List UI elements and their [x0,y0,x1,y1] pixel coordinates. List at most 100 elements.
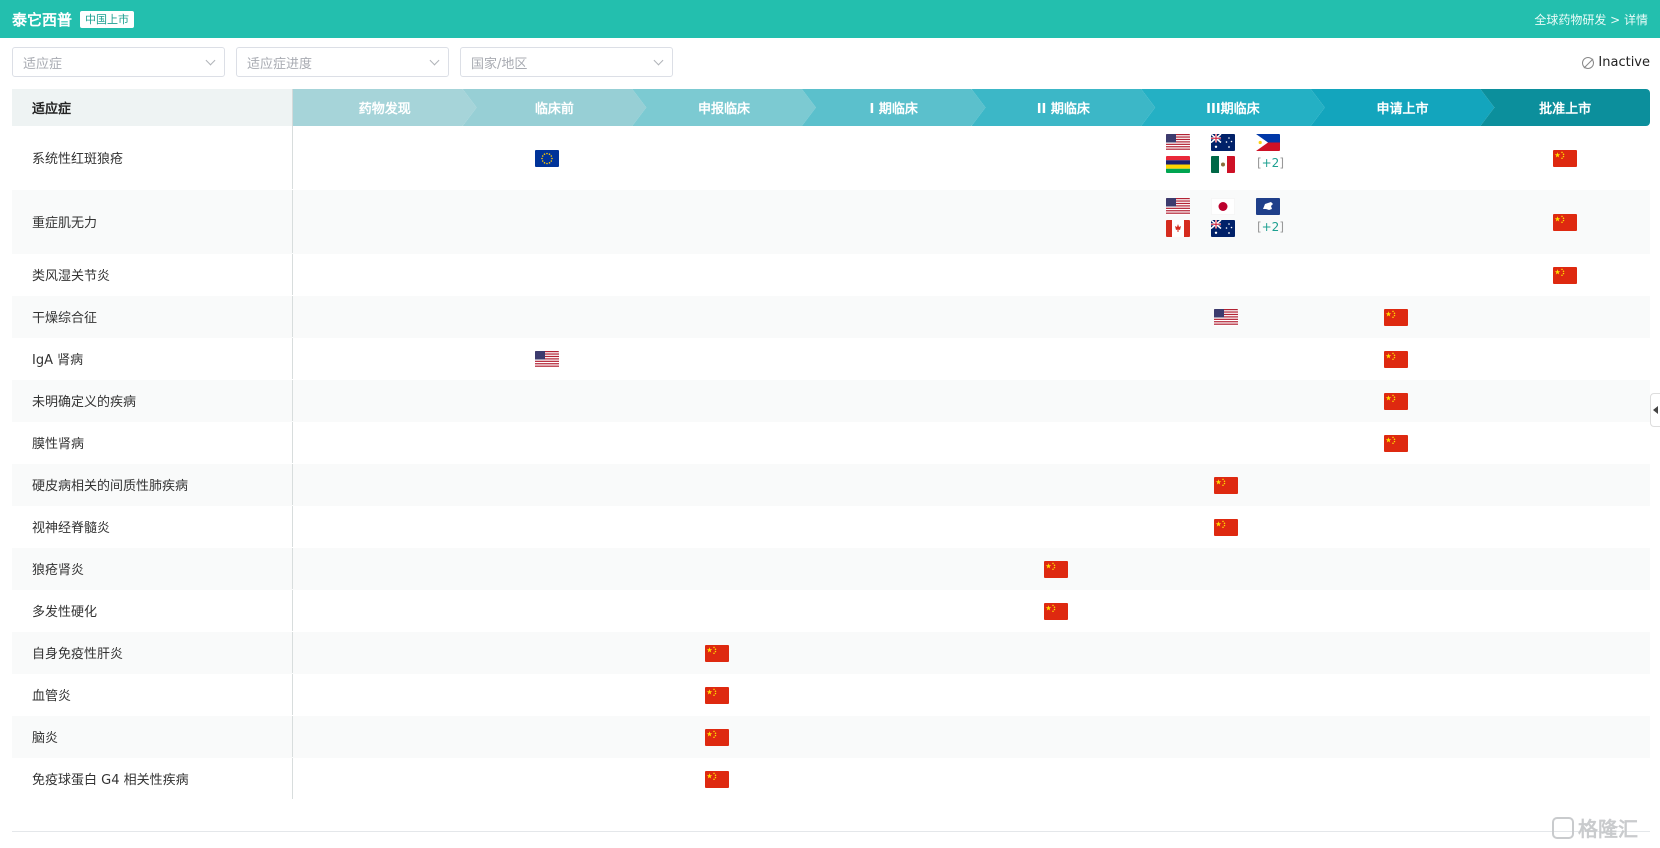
flag-cn-icon[interactable] [1553,149,1578,167]
flag-mx-icon[interactable] [1210,156,1235,173]
table-row: 免疫球蛋白 G4 相关性疾病 [12,758,1650,800]
stage-cells [293,464,1650,505]
more-count: +2 [1261,156,1280,170]
indication-name[interactable]: 干燥综合征 [12,296,293,337]
chevron-down-icon [653,55,664,65]
stage-header-5: II 期临床 [972,89,1156,126]
flag-us-icon[interactable] [1165,134,1190,151]
indication-select[interactable]: 适应症 [12,47,225,77]
table-row: 脑炎 [12,716,1650,758]
side-panel-toggle[interactable] [1650,393,1660,427]
indication-name[interactable]: 未明确定义的疾病 [12,380,293,421]
filter-bar: 适应症 适应症进度 国家/地区 [12,47,673,77]
breadcrumb-link[interactable]: 全球药物研发 > 详情 [1534,11,1648,28]
more-regions-link[interactable]: [+2] [1257,220,1284,234]
inactive-toggle[interactable]: Inactive [1582,55,1650,70]
flag-cn-icon[interactable] [1383,392,1408,410]
stage-cells [293,716,1650,757]
bracket-close: ] [1279,156,1285,170]
stage-cells [293,254,1650,295]
stage-header-2: 临床前 [463,89,647,126]
indication-name[interactable]: 多发性硬化 [12,590,293,631]
progress-select[interactable]: 适应症进度 [236,47,449,77]
flag-jp-icon[interactable] [1210,198,1235,215]
indication-select-placeholder: 适应症 [23,56,63,72]
watermark: 格隆汇 [1552,813,1638,842]
stage-header-7: 申请上市 [1311,89,1495,126]
flag-eu-map-icon[interactable] [1255,198,1280,215]
flag-au-icon[interactable] [1210,220,1235,237]
indication-name[interactable]: 狼疮肾炎 [12,548,293,589]
table-row: 多发性硬化 [12,590,1650,632]
table-row: 硬皮病相关的间质性肺疾病 [12,464,1650,506]
flag-eu-icon[interactable] [535,149,560,167]
indication-name[interactable]: 自身免疫性肝炎 [12,632,293,673]
region-select-placeholder: 国家/地区 [471,56,528,72]
inactive-label: Inactive [1598,55,1650,70]
flag-cn-icon[interactable] [1213,476,1238,494]
flag-ph-icon[interactable] [1255,134,1280,151]
flag-au-icon[interactable] [1210,134,1235,151]
stage-header-8: 批准上市 [1480,89,1650,126]
flag-cn-icon[interactable] [1213,518,1238,536]
stage-cells [293,548,1650,589]
table-row: 膜性肾病 [12,422,1650,464]
table-row: 重症肌无力 [+2] [12,190,1650,254]
stage-header-6: III期临床 [1141,89,1325,126]
flag-us-icon[interactable] [1213,308,1238,326]
flag-cn-icon[interactable] [1383,308,1408,326]
stage-cells [293,506,1650,547]
indication-name[interactable]: 膜性肾病 [12,422,293,463]
stage-cells [293,338,1650,379]
flag-cn-icon[interactable] [1044,602,1069,620]
table-row: 视神经脊髓炎 [12,506,1650,548]
stage-header-3: 申报临床 [632,89,816,126]
flag-cn-icon[interactable] [1553,266,1578,284]
indication-name[interactable]: 免疫球蛋白 G4 相关性疾病 [12,758,293,799]
flag-cn-icon[interactable] [705,686,730,704]
inactive-icon [1582,56,1595,69]
flag-cn-icon[interactable] [1383,434,1408,452]
indication-name[interactable]: 视神经脊髓炎 [12,506,293,547]
stage-cells [293,422,1650,463]
indication-name[interactable]: 系统性红斑狼疮 [12,126,293,189]
flag-cn-icon[interactable] [1553,213,1578,231]
status-badge: 中国上市 [80,10,135,28]
table-header: 适应症 药物发现 临床前 申报临床 I 期临床 II 期临床 III期临床 申请上市 批准上市 [12,89,1650,126]
table-row: 狼疮肾炎 [12,548,1650,590]
indication-name[interactable]: 重症肌无力 [12,190,293,253]
indication-name[interactable]: 类风湿关节炎 [12,254,293,295]
table-body: 系统性红斑狼疮 [+2] 重症肌无力 [+2] 类风湿关节炎 干燥综合征 IgA… [12,126,1650,800]
app-header: 泰它西普 中国上市 全球药物研发 > 详情 [0,0,1660,38]
flag-cn-icon[interactable] [705,728,730,746]
flag-cn-icon[interactable] [705,770,730,788]
flag-mu-icon[interactable] [1165,156,1190,173]
watermark-logo-icon [1552,816,1574,839]
stage-cells [293,758,1650,799]
table-row: IgA 肾病 [12,338,1650,380]
indication-name[interactable]: 脑炎 [12,716,293,757]
flag-us-icon[interactable] [535,350,560,368]
chevron-down-icon [429,55,440,65]
bracket-close: ] [1279,220,1285,234]
stage-cells [293,296,1650,337]
indication-name[interactable]: IgA 肾病 [12,338,293,379]
more-regions-link[interactable]: [+2] [1257,156,1284,170]
indication-name[interactable]: 血管炎 [12,674,293,715]
table-row: 自身免疫性肝炎 [12,632,1650,674]
table-row: 系统性红斑狼疮 [+2] [12,126,1650,190]
drug-name: 泰它西普 [12,10,73,29]
stage-cells [293,380,1650,421]
chevron-down-icon [205,55,216,65]
stage-cells: [+2] [293,126,1650,189]
flag-cn-icon[interactable] [1044,560,1069,578]
region-select[interactable]: 国家/地区 [460,47,673,77]
stage-cells [293,632,1650,673]
stage-header-1: 药物发现 [293,89,477,126]
flag-cn-icon[interactable] [705,644,730,662]
flag-us-icon[interactable] [1165,198,1190,215]
flag-ca-icon[interactable] [1165,220,1190,237]
flag-cn-icon[interactable] [1383,350,1408,368]
indication-name[interactable]: 硬皮病相关的间质性肺疾病 [12,464,293,505]
indication-column-header: 适应症 [12,89,293,126]
